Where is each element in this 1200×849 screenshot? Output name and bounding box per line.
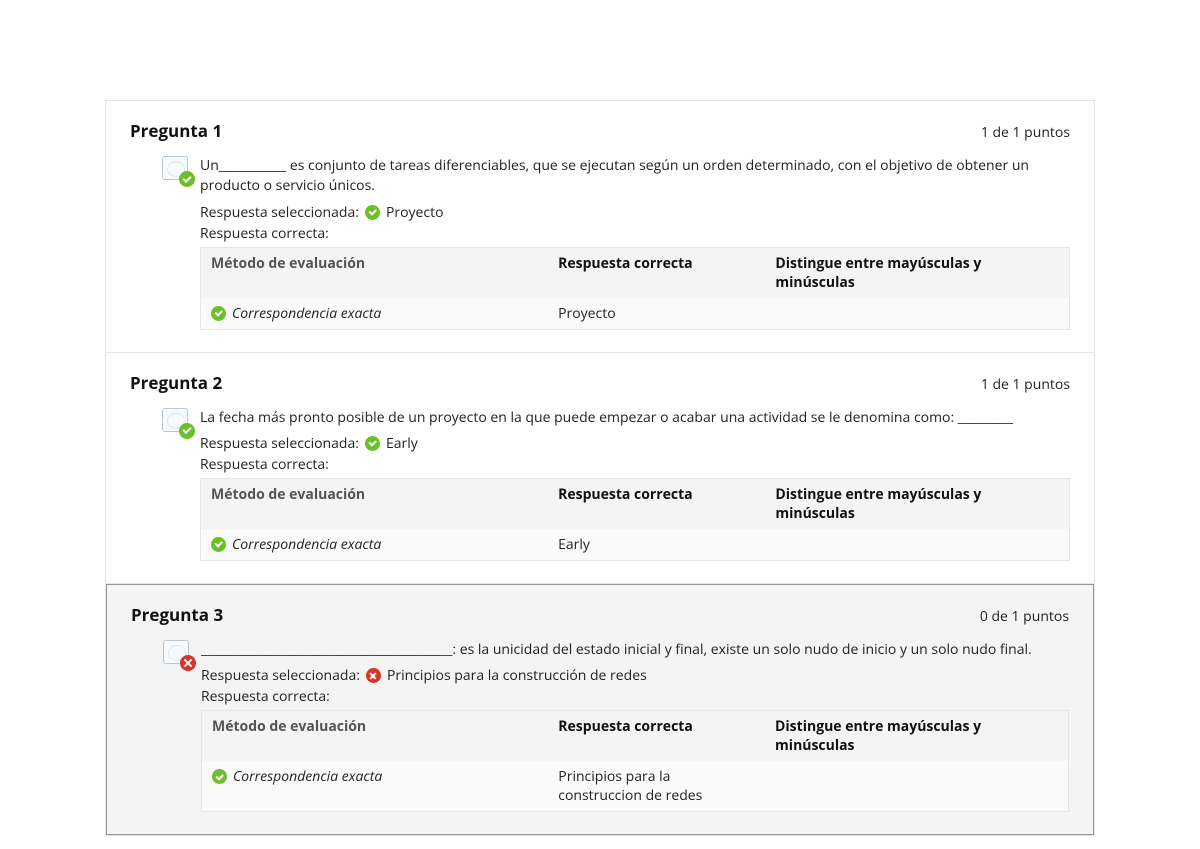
correct-answer-label-line: Respuesta correcta: (200, 224, 1070, 243)
question-points: 1 de 1 puntos (981, 123, 1070, 142)
table-header-resp: Respuesta correcta (548, 247, 765, 298)
question-body: Un___________ es conjunto de tareas dife… (162, 156, 1070, 330)
correct-answer-label: Respuesta correcta: (200, 455, 329, 474)
correct-badge-icon (179, 171, 195, 187)
selected-answer-line: Respuesta seleccionada: Proyecto (200, 203, 1070, 222)
question-title: Pregunta 3 (131, 603, 223, 626)
selected-answer-line: Respuesta seleccionada: Principios para … (201, 666, 1069, 685)
selected-answer-value: Principios para la construcción de redes (387, 666, 647, 685)
check-icon (365, 436, 380, 451)
correct-answer-label-line: Respuesta correcta: (201, 687, 1069, 706)
question-content: La fecha más pronto posible de un proyec… (200, 408, 1070, 561)
eval-method-value: Correspondencia exacta (233, 767, 382, 786)
table-row: Correspondencia exacta Principios para l… (202, 761, 1069, 812)
question-status-icon (163, 640, 193, 668)
question-content: ________________________________________… (201, 640, 1069, 812)
evaluation-table: Método de evaluación Respuesta correcta … (200, 247, 1070, 330)
eval-method-value: Correspondencia exacta (232, 304, 381, 323)
table-header-eval: Método de evaluación (201, 478, 549, 529)
question-content: Un___________ es conjunto de tareas dife… (200, 156, 1070, 330)
question-status-icon (162, 408, 192, 436)
question-block: Pregunta 1 1 de 1 puntos Un___________ e… (106, 101, 1094, 353)
selected-answer-value: Proyecto (386, 203, 444, 222)
incorrect-badge-icon (180, 655, 196, 671)
table-header-resp: Respuesta correcta (548, 711, 765, 762)
eval-case-value (765, 761, 1068, 812)
eval-answer-value: Proyecto (548, 298, 765, 330)
table-header-eval: Método de evaluación (202, 711, 549, 762)
question-header: Pregunta 1 1 de 1 puntos (130, 119, 1070, 142)
correct-answer-label: Respuesta correcta: (201, 687, 330, 706)
question-body: La fecha más pronto posible de un proyec… (162, 408, 1070, 561)
question-points: 0 de 1 puntos (980, 607, 1069, 626)
table-header-case: Distingue entre mayúsculas y minúsculas (765, 711, 1068, 762)
selected-answer-value: Early (386, 434, 418, 453)
question-body: ________________________________________… (163, 640, 1069, 812)
selected-answer-label: Respuesta seleccionada: (200, 203, 359, 222)
question-header: Pregunta 2 1 de 1 puntos (130, 371, 1070, 394)
question-status-icon (162, 156, 192, 184)
table-header-resp: Respuesta correcta (548, 478, 765, 529)
quiz-review-container: Pregunta 1 1 de 1 puntos Un___________ e… (105, 100, 1095, 836)
eval-answer-value: Early (548, 529, 765, 561)
table-row: Correspondencia exacta Early (201, 529, 1070, 561)
question-title: Pregunta 2 (130, 371, 222, 394)
check-icon (212, 769, 227, 784)
selected-answer-label: Respuesta seleccionada: (200, 434, 359, 453)
question-text: Un___________ es conjunto de tareas dife… (200, 156, 1070, 197)
eval-method-value: Correspondencia exacta (232, 535, 381, 554)
question-block: Pregunta 2 1 de 1 puntos La fecha más pr… (106, 353, 1094, 584)
correct-badge-icon (179, 423, 195, 439)
table-header-case: Distingue entre mayúsculas y minúsculas (765, 478, 1069, 529)
eval-case-value (765, 298, 1069, 330)
eval-answer-value: Principios para la construccion de redes (548, 761, 765, 812)
check-icon (365, 205, 380, 220)
check-icon (211, 306, 226, 321)
correct-answer-label-line: Respuesta correcta: (200, 455, 1070, 474)
selected-answer-line: Respuesta seleccionada: Early (200, 434, 1070, 453)
correct-answer-label: Respuesta correcta: (200, 224, 329, 243)
table-header-eval: Método de evaluación (201, 247, 549, 298)
cross-icon (366, 668, 381, 683)
question-text: ________________________________________… (201, 640, 1069, 660)
question-text: La fecha más pronto posible de un proyec… (200, 408, 1070, 428)
question-title: Pregunta 1 (130, 119, 222, 142)
question-header: Pregunta 3 0 de 1 puntos (131, 603, 1069, 626)
question-block: Pregunta 3 0 de 1 puntos _______________… (106, 584, 1094, 835)
selected-answer-label: Respuesta seleccionada: (201, 666, 360, 685)
question-points: 1 de 1 puntos (981, 375, 1070, 394)
table-header-case: Distingue entre mayúsculas y minúsculas (765, 247, 1069, 298)
check-icon (211, 537, 226, 552)
eval-case-value (765, 529, 1069, 561)
table-row: Correspondencia exacta Proyecto (201, 298, 1070, 330)
evaluation-table: Método de evaluación Respuesta correcta … (200, 478, 1070, 561)
evaluation-table: Método de evaluación Respuesta correcta … (201, 710, 1069, 812)
